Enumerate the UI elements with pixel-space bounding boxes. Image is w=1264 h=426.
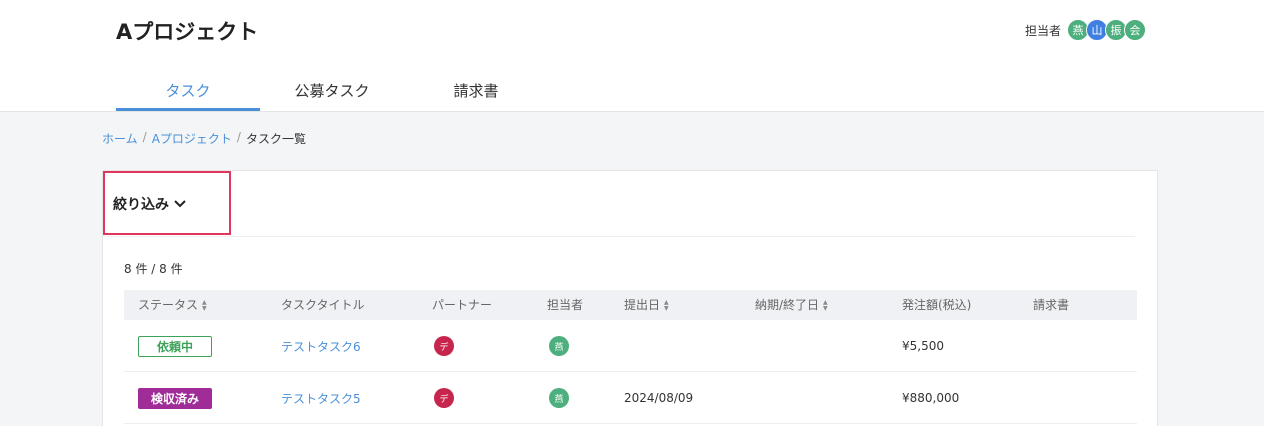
column-header-label: 提出日 — [624, 298, 661, 312]
header: Aプロジェクト 担当者 燕山振会 タスク 公募タスク 請求書 — [0, 0, 1264, 112]
task-title-link[interactable]: テストタスク5 — [281, 390, 361, 407]
avatar[interactable]: 会 — [1124, 19, 1146, 41]
table-row[interactable]: 検収済み テストタスク5 デ 燕 2024/08/09 ¥880,000 — [124, 372, 1137, 424]
table-body: 依頼中 テストタスク6 デ燕 ¥5,500 検収済み テストタスク5 デ燕 2024/08/0… — [124, 320, 1137, 424]
partner-avatar[interactable]: デ — [434, 388, 454, 408]
column-header-label: パートナー — [432, 298, 493, 312]
column-header-label: 担当者 — [547, 298, 584, 312]
column-header: タスクタイトル — [281, 290, 365, 320]
breadcrumb-separator: / — [236, 130, 241, 144]
partner-cell: デ — [434, 372, 454, 424]
table-header: ステータス ▲ ▼ タスクタイトル パートナー 担当者 提出日 ▲ ▼ 納期/終了日 ▲ ▼ 発注… — [124, 290, 1137, 320]
tab-bar: タスク 公募タスク 請求書 — [116, 72, 548, 111]
column-header[interactable]: 納期/終了日 ▲ ▼ — [755, 290, 828, 320]
tab-tasks[interactable]: タスク — [116, 72, 260, 111]
status-badge: 検収済み — [138, 387, 212, 409]
assignee-avatars: 燕山振会 — [1067, 19, 1146, 41]
sort-icon[interactable]: ▲ ▼ — [202, 299, 207, 312]
task-title-link[interactable]: テストタスク6 — [281, 338, 361, 355]
task-table: ステータス ▲ ▼ タスクタイトル パートナー 担当者 提出日 ▲ ▼ 納期/終了日 ▲ ▼ 発注… — [124, 290, 1137, 424]
column-header-label: 請求書 — [1033, 298, 1070, 312]
column-header-label: ステータス — [138, 298, 199, 312]
tab-invoices[interactable]: 請求書 — [404, 72, 548, 111]
column-header: 担当者 — [547, 290, 583, 320]
result-count: 8 件 / 8 件 — [124, 262, 183, 276]
breadcrumb-separator: / — [142, 130, 147, 144]
partner-cell: デ — [434, 320, 454, 372]
title-cell: テストタスク5 — [281, 372, 361, 424]
column-header[interactable]: 提出日 ▲ ▼ — [624, 290, 669, 320]
title-cell: テストタスク6 — [281, 320, 361, 372]
assignee-avatar[interactable]: 燕 — [549, 388, 569, 408]
assignee-cell: 燕 — [549, 320, 569, 372]
divider — [103, 236, 1135, 237]
task-list-card: 絞り込み 8 件 / 8 件 ステータス ▲ ▼ タスクタイトル パートナー 担当者 提出… — [102, 170, 1158, 426]
column-header-label: 発注額(税込) — [902, 298, 972, 312]
breadcrumb-home[interactable]: ホーム — [102, 130, 138, 147]
column-header-label: 納期/終了日 — [755, 298, 820, 312]
assignee-label: 担当者 — [1024, 23, 1061, 38]
breadcrumb-current: タスク一覧 — [245, 132, 306, 146]
submitted-date: 2024/08/09 — [624, 391, 694, 405]
assignee-avatar[interactable]: 燕 — [549, 336, 569, 356]
chevron-down-icon — [174, 198, 186, 211]
filter-toggle[interactable]: 絞り込み — [113, 194, 186, 214]
column-header: 発注額(税込) — [902, 290, 971, 320]
sort-icon[interactable]: ▲ ▼ — [664, 299, 669, 312]
column-header-label: タスクタイトル — [281, 298, 365, 312]
filter-label: 絞り込み — [113, 197, 169, 213]
assignee-cell: 燕 — [549, 372, 569, 424]
column-header: 請求書 — [1033, 290, 1069, 320]
breadcrumb: ホーム / Aプロジェクト / タスク一覧 — [102, 130, 306, 147]
filter-highlight: 絞り込み — [103, 171, 231, 235]
project-title: Aプロジェクト — [116, 20, 259, 44]
table-row[interactable]: 依頼中 テストタスク6 デ 燕 ¥5,500 — [124, 320, 1137, 372]
order-amount: ¥880,000 — [902, 391, 960, 405]
sort-icon[interactable]: ▲ ▼ — [823, 299, 828, 312]
order-amount: ¥5,500 — [902, 339, 944, 353]
status-cell: 依頼中 — [138, 320, 212, 372]
project-assignees: 担当者 燕山振会 — [1025, 19, 1146, 41]
column-header: パートナー — [432, 290, 492, 320]
status-cell: 検収済み — [138, 372, 212, 424]
tab-public-tasks[interactable]: 公募タスク — [260, 72, 404, 111]
partner-avatar[interactable]: デ — [434, 336, 454, 356]
column-header[interactable]: ステータス ▲ ▼ — [138, 290, 207, 320]
breadcrumb-project[interactable]: Aプロジェクト — [152, 130, 232, 147]
status-badge: 依頼中 — [138, 335, 212, 357]
